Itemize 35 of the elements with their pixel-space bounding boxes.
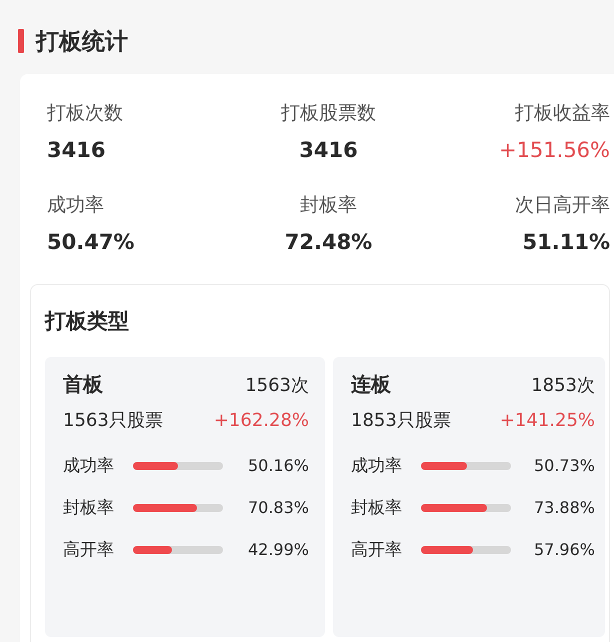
metric-label: 封板率 xyxy=(63,497,115,519)
stat-value: 51.11% xyxy=(522,230,610,254)
stat-label: 打板股票数 xyxy=(280,101,376,126)
stat-value: 72.48% xyxy=(284,230,372,254)
type-name: 首板 xyxy=(63,371,103,398)
stat-value: 3416 xyxy=(47,138,106,162)
stock-count: 1563只股票 xyxy=(63,409,163,432)
stat-label: 封板率 xyxy=(300,193,357,218)
stat-label: 次日高开率 xyxy=(515,193,610,218)
stat-label: 打板次数 xyxy=(47,101,123,126)
panel-title: 打板类型 xyxy=(45,308,130,335)
metric-value: 57.96% xyxy=(534,540,595,559)
stat-value: 3416 xyxy=(299,138,358,162)
type-count: 1563次 xyxy=(245,374,309,396)
metric-value: 42.99% xyxy=(248,540,309,559)
type-return: +162.28% xyxy=(214,410,309,430)
stat-value: +151.56% xyxy=(498,138,610,162)
metric-value: 50.16% xyxy=(248,456,309,475)
stock-count: 1853只股票 xyxy=(351,409,451,432)
stat-value: 50.47% xyxy=(47,230,134,254)
metric-label: 封板率 xyxy=(351,497,403,519)
accent-bar xyxy=(18,29,24,53)
type-count: 1853次 xyxy=(531,374,595,396)
stat-label: 打板收益率 xyxy=(515,101,610,126)
metric-value: 50.73% xyxy=(534,456,595,475)
type-name: 连板 xyxy=(351,371,391,398)
metric-value: 70.83% xyxy=(248,498,309,517)
metric-label: 成功率 xyxy=(63,455,115,477)
metric-label: 高开率 xyxy=(351,539,403,561)
metric-value: 73.88% xyxy=(534,498,595,517)
metric-label: 高开率 xyxy=(63,539,115,561)
metric-label: 成功率 xyxy=(351,455,403,477)
section-title: 打板统计 xyxy=(36,28,128,56)
type-return: +141.25% xyxy=(500,410,595,430)
stat-label: 成功率 xyxy=(47,193,104,218)
